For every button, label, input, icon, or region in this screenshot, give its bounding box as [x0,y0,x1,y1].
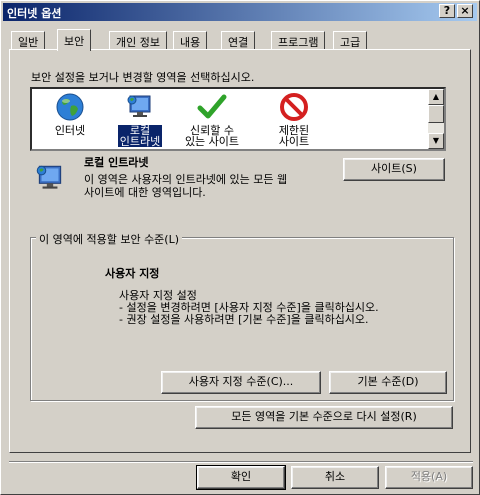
tab-connections[interactable]: 연결 [221,31,256,49]
checkmark-icon [197,94,227,119]
zone-description-line2: 사이트에 대한 영역입니다. [84,186,206,199]
zone-restricted-sites[interactable]: 제한된 사이트 [262,91,326,149]
footer-divider [9,461,473,463]
window-title: 인터넷 옵션 [7,7,62,20]
zone-label: 로컬 인트라넷 [116,124,164,148]
tab-security[interactable]: 보안 [57,29,92,51]
ok-button[interactable]: 확인 [196,465,286,490]
reset-all-zones-button[interactable]: 모든 영역을 기본 수준으로 다시 설정(R) [195,406,453,429]
custom-info-line3: - 권장 설정을 사용하려면 [기본 수준]을 클릭하십시오. [119,313,369,326]
apply-button[interactable]: 적용(A) [385,466,473,489]
zone-label: 인터넷 [54,124,86,137]
zone-label-line2: 사이트 [278,135,310,148]
tab-content[interactable]: 내용 [173,31,208,49]
cancel-button[interactable]: 취소 [291,466,379,489]
zone-label: 제한된 사이트 [277,125,311,147]
scroll-down-button[interactable]: ▼ [428,133,444,149]
scroll-thumb[interactable] [428,105,444,123]
zone-instruction: 보안 설정을 보거나 변경할 영역을 선택하십시오. [31,71,255,84]
zone-trusted-sites[interactable]: 신뢰할 수 있는 사이트 [180,91,244,149]
default-level-button[interactable]: 기본 수준(D) [329,371,447,394]
zone-title: 로컬 인트라넷 [84,156,149,169]
zone-label: 신뢰할 수 있는 사이트 [183,125,241,147]
tab-privacy[interactable]: 개인 정보 [109,31,167,49]
monitor-icon [127,95,151,117]
help-button[interactable]: ? [439,4,455,18]
internet-options-dialog: 인터넷 옵션 ? × 일반 보안 개인 정보 내용 연결 프로그램 고급 보안 … [0,0,480,495]
zone-internet[interactable]: 인터넷 [38,91,102,149]
title-bar[interactable]: 인터넷 옵션 ? × [3,3,477,21]
tab-advanced[interactable]: 고급 [333,31,368,49]
tab-programs[interactable]: 프로그램 [271,31,326,49]
zone-label-line2: 인트라넷 [119,135,161,148]
zone-list-scrollbar[interactable]: ▲ ▼ [428,89,444,149]
zone-label-line2: 있는 사이트 [184,135,240,148]
sites-button[interactable]: 사이트(S) [343,158,445,181]
scroll-up-button[interactable]: ▲ [428,89,444,105]
close-button[interactable]: × [457,4,473,18]
security-level-group-label: 이 영역에 적용할 보안 수준(L) [36,231,183,247]
no-entry-icon [280,93,308,121]
zone-list: 인터넷 로컬 인트라넷 신뢰할 수 있는 사이트 제한된 사이트 ▲ ▼ [30,87,446,151]
custom-level-title: 사용자 지정 [105,267,160,280]
monitor-icon [36,165,62,189]
custom-level-button[interactable]: 사용자 지정 수준(C)... [161,371,321,394]
zone-local-intranet[interactable]: 로컬 인트라넷 [108,91,172,149]
globe-icon [56,93,84,121]
tab-general[interactable]: 일반 [11,31,46,49]
